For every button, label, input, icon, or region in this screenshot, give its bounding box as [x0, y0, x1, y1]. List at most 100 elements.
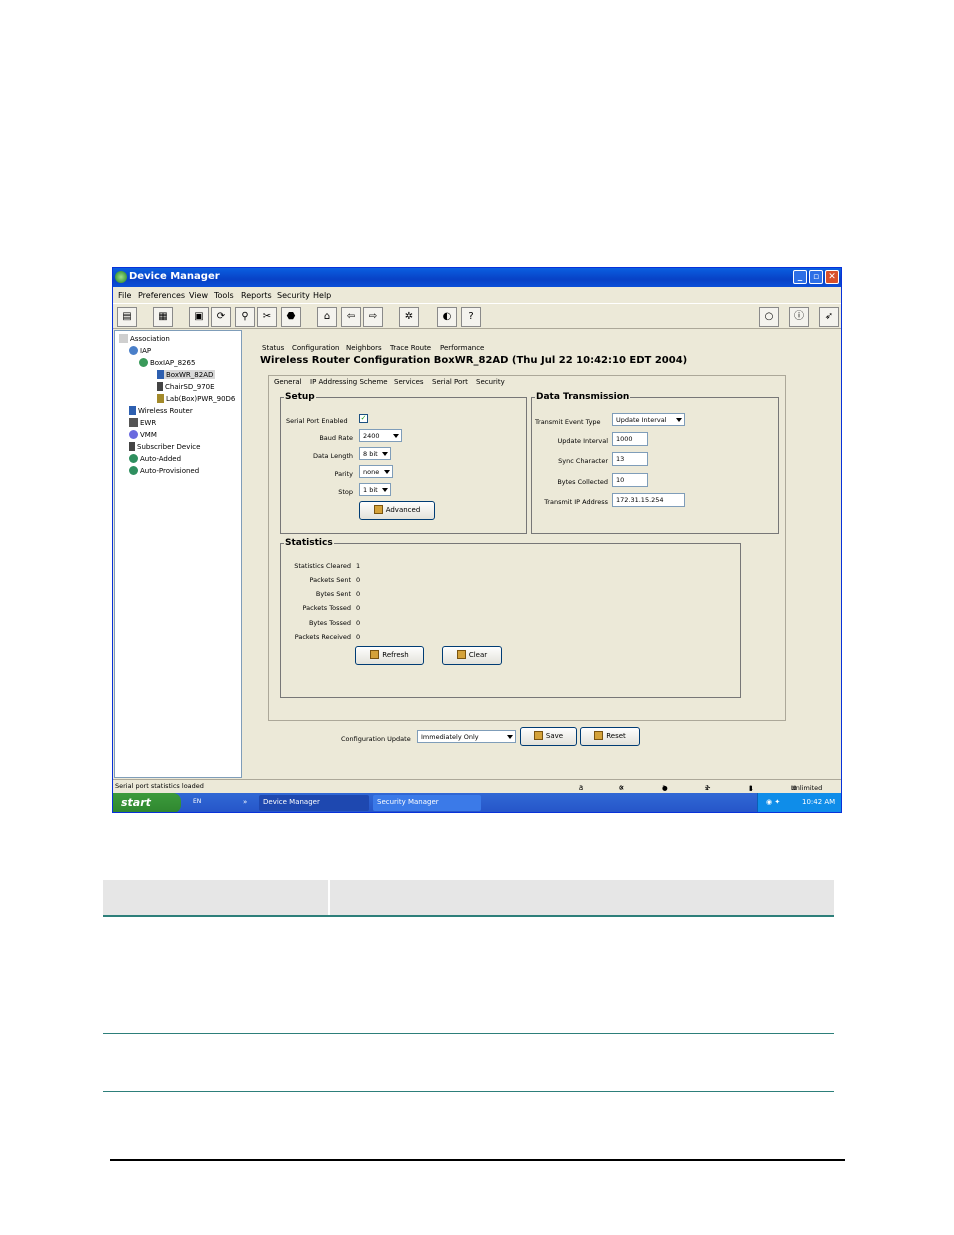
baud-rate-label: Baud Rate: [319, 434, 353, 442]
status-bar: Serial port statistics loaded ⌂ 3 ✕ 0 ● …: [113, 779, 841, 792]
tray-icons[interactable]: ◉ ✦: [762, 795, 784, 811]
send-icon[interactable]: ➶: [819, 307, 839, 327]
device-tree: Association IAP BoxIAP_8265 BoxWR_82AD C…: [114, 330, 242, 778]
menu-reports[interactable]: Reports: [241, 291, 272, 300]
stop-select[interactable]: 1 bit: [359, 483, 391, 496]
tree-item-chairsd[interactable]: ChairSD_970E: [157, 382, 215, 391]
tree-item-subscriber-device[interactable]: Subscriber Device: [129, 442, 200, 451]
clear-button[interactable]: Clear: [442, 646, 502, 665]
stat-value: 0: [356, 590, 361, 598]
transmit-ip-input[interactable]: 172.31.15.254: [612, 493, 685, 507]
parity-select[interactable]: none: [359, 465, 393, 478]
menu-view[interactable]: View: [189, 291, 208, 300]
hand-pointer-icon: [594, 731, 604, 740]
stat-label: Bytes Tossed: [308, 619, 351, 627]
start-button[interactable]: start: [113, 793, 181, 812]
tree-item-association[interactable]: Association: [119, 334, 170, 343]
tree-item-boxiap[interactable]: BoxIAP_8265: [139, 358, 195, 367]
globe-icon: [129, 454, 138, 463]
menu-file[interactable]: File: [118, 291, 131, 300]
hand-pointer-icon: [533, 731, 543, 740]
reset-button[interactable]: Reset: [580, 727, 640, 746]
devices-icon[interactable]: ▦: [153, 307, 173, 327]
tree-item-ewr[interactable]: EWR: [129, 418, 156, 427]
tree-item-boxwr-selected[interactable]: BoxWR_82AD: [157, 370, 216, 379]
device-manager-window: Device Manager _ ▫ ✕ File Preferences Vi…: [112, 267, 842, 813]
subtab-security[interactable]: Security: [476, 378, 505, 386]
transmit-event-type-select[interactable]: Update Interval: [612, 413, 685, 426]
forward-arrow-icon[interactable]: ⇨: [363, 307, 383, 327]
binoculars-icon[interactable]: ⚲: [235, 307, 255, 327]
subscriber-device-icon: [157, 382, 163, 391]
chevron-down-icon: [382, 488, 388, 492]
baud-rate-select[interactable]: 2400: [359, 429, 402, 442]
tool-icon[interactable]: ◐: [437, 307, 457, 327]
sync-character-input[interactable]: 13: [612, 452, 648, 466]
box-iap-icon: [139, 358, 148, 367]
task-security-manager[interactable]: Security Manager: [373, 795, 481, 811]
table-row-divider: [103, 1091, 834, 1092]
stop-icon[interactable]: ⬣: [281, 307, 301, 327]
help-icon[interactable]: ?: [461, 307, 481, 327]
stat-value: 0: [356, 633, 361, 641]
stat-label: Packets Received: [294, 633, 351, 641]
advanced-button[interactable]: Advanced: [359, 501, 435, 520]
data-length-select[interactable]: 8 bit: [359, 447, 391, 460]
circle-icon[interactable]: ○: [759, 307, 779, 327]
refresh-icon[interactable]: ⟳: [211, 307, 231, 327]
save-icon[interactable]: ▣: [189, 307, 209, 327]
clock: 10:42 AM: [802, 798, 836, 806]
tab-neighbors[interactable]: Neighbors: [346, 344, 382, 352]
home-icon[interactable]: ⌂: [317, 307, 337, 327]
tree-item-wireless-router[interactable]: Wireless Router: [129, 406, 193, 415]
system-tray: ◉ ✦ 10:42 AM: [757, 793, 841, 812]
cut-icon[interactable]: ✂: [257, 307, 277, 327]
language-indicator[interactable]: EN: [189, 795, 205, 811]
tab-configuration[interactable]: Configuration: [292, 344, 339, 352]
title-bar[interactable]: Device Manager _ ▫ ✕: [113, 268, 841, 287]
tab-trace-route[interactable]: Trace Route: [390, 344, 431, 352]
tab-performance[interactable]: Performance: [440, 344, 484, 352]
subtab-services[interactable]: Services: [394, 378, 424, 386]
quicklaunch-more[interactable]: »: [239, 795, 251, 811]
menu-help[interactable]: Help: [313, 291, 331, 300]
tab-status[interactable]: Status: [262, 344, 284, 352]
transmit-event-type-label: Transmit Event Type: [535, 418, 601, 426]
subtab-general[interactable]: General: [274, 378, 302, 386]
update-interval-input[interactable]: 1000: [612, 432, 648, 446]
data-length-label: Data Length: [312, 452, 353, 460]
wireless-router-icon: [129, 406, 136, 415]
serial-port-enabled-checkbox[interactable]: ✓: [359, 414, 368, 423]
subtab-serial-port[interactable]: Serial Port: [432, 378, 468, 386]
refresh-button[interactable]: Refresh: [355, 646, 424, 665]
minimize-button[interactable]: _: [793, 270, 807, 284]
maximize-button[interactable]: ▫: [809, 270, 823, 284]
association-icon: [119, 334, 128, 343]
new-icon[interactable]: ▤: [117, 307, 137, 327]
main-panel: Status Configuration Neighbors Trace Rou…: [246, 330, 841, 777]
status-message: Serial port statistics loaded: [115, 782, 204, 790]
bytes-collected-input[interactable]: 10: [612, 473, 648, 487]
close-button[interactable]: ✕: [825, 270, 839, 284]
stop-label: Stop: [338, 488, 353, 496]
stat-label: Statistics Cleared: [294, 562, 351, 570]
tree-item-vmm[interactable]: VMM: [129, 430, 157, 439]
save-button[interactable]: Save: [520, 727, 577, 746]
menu-tools[interactable]: Tools: [214, 291, 234, 300]
subtab-ip-addressing[interactable]: IP Addressing Scheme: [310, 378, 388, 386]
hand-pointer-icon: [373, 505, 383, 514]
menu-security[interactable]: Security: [277, 291, 310, 300]
tree-item-auto-provisioned[interactable]: Auto-Provisioned: [129, 466, 199, 475]
window-title: Device Manager: [129, 271, 220, 282]
tree-item-auto-added[interactable]: Auto-Added: [129, 454, 181, 463]
network-icon[interactable]: ✲: [399, 307, 419, 327]
config-update-select[interactable]: Immediately Only: [417, 730, 516, 743]
info-icon[interactable]: ⓘ: [789, 307, 809, 327]
tree-item-lab-pwr[interactable]: Lab(Box)PWR_90D6: [157, 394, 235, 403]
menu-preferences[interactable]: Preferences: [138, 291, 185, 300]
page-title: Wireless Router Configuration BoxWR_82AD…: [260, 355, 688, 366]
back-arrow-icon[interactable]: ⇦: [341, 307, 361, 327]
tree-item-iap[interactable]: IAP: [129, 346, 151, 355]
task-device-manager[interactable]: Device Manager: [259, 795, 369, 811]
chevron-down-icon: [382, 452, 388, 456]
